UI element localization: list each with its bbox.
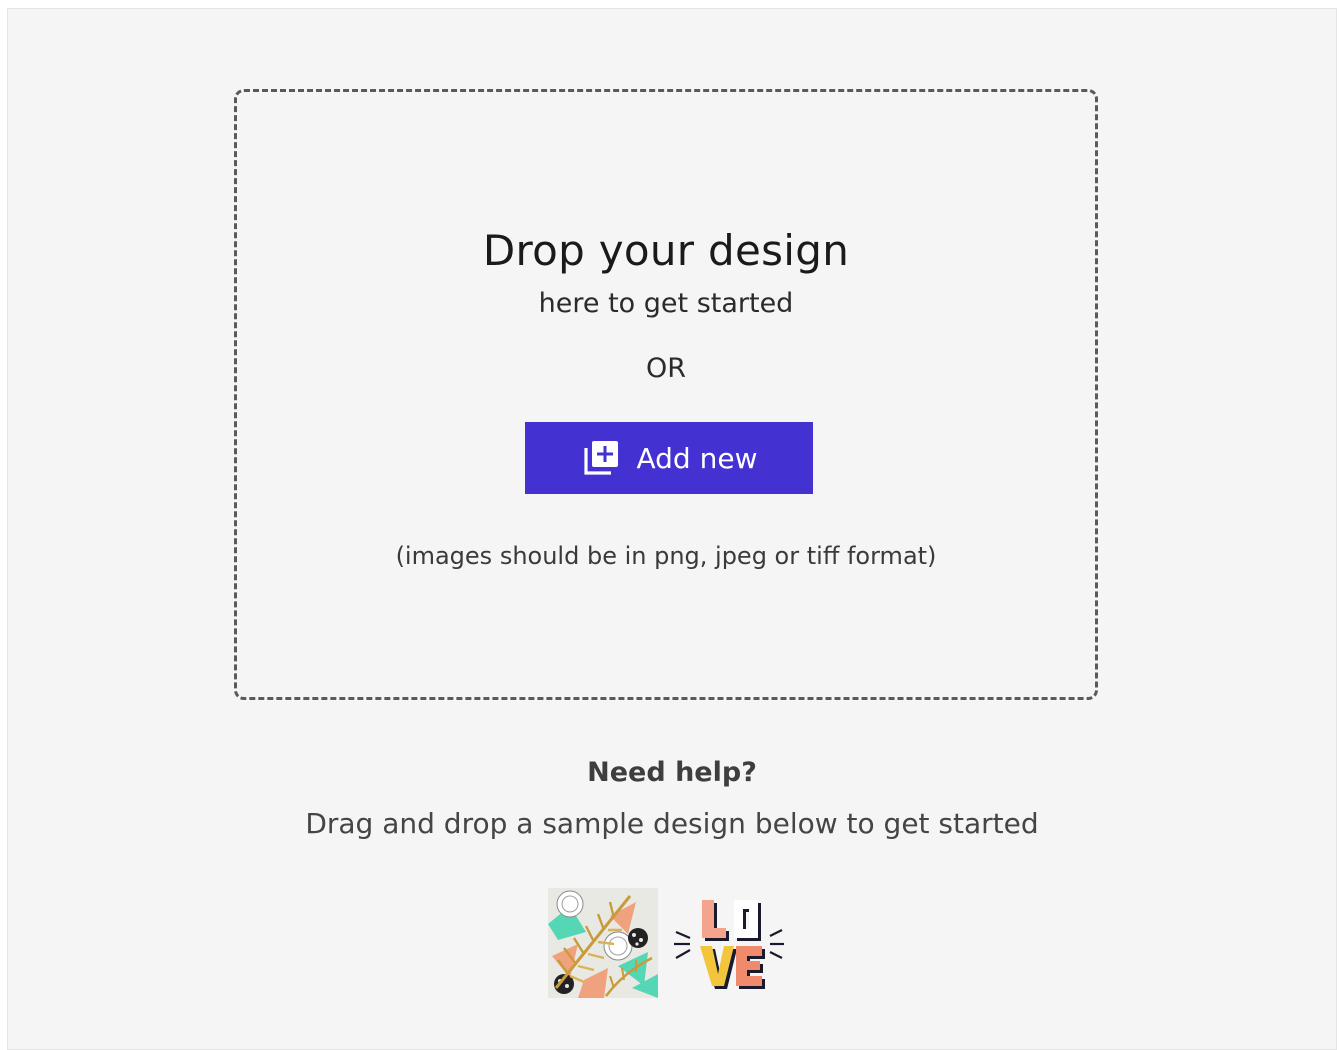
drop-zone-subtitle: here to get started xyxy=(538,288,794,319)
help-heading: Need help? xyxy=(587,757,757,788)
tropical-pattern-thumbnail-icon xyxy=(548,888,658,998)
upload-panel: Drop your design here to get started OR … xyxy=(7,8,1337,1050)
sample-designs xyxy=(548,888,784,998)
or-divider-label: OR xyxy=(645,353,686,384)
sample-design-tropical[interactable] xyxy=(548,888,658,998)
add-image-icon xyxy=(581,438,621,478)
design-drop-zone[interactable]: Drop your design here to get started OR … xyxy=(234,89,1098,700)
sample-design-love[interactable] xyxy=(674,888,784,998)
add-new-button[interactable]: Add new xyxy=(525,422,813,494)
drop-zone-title: Drop your design xyxy=(482,226,850,275)
help-description: Drag and drop a sample design below to g… xyxy=(305,807,1039,840)
file-format-note: (images should be in png, jpeg or tiff f… xyxy=(395,542,937,570)
add-new-button-label: Add new xyxy=(636,441,758,475)
love-lettering-thumbnail-icon xyxy=(674,900,784,989)
